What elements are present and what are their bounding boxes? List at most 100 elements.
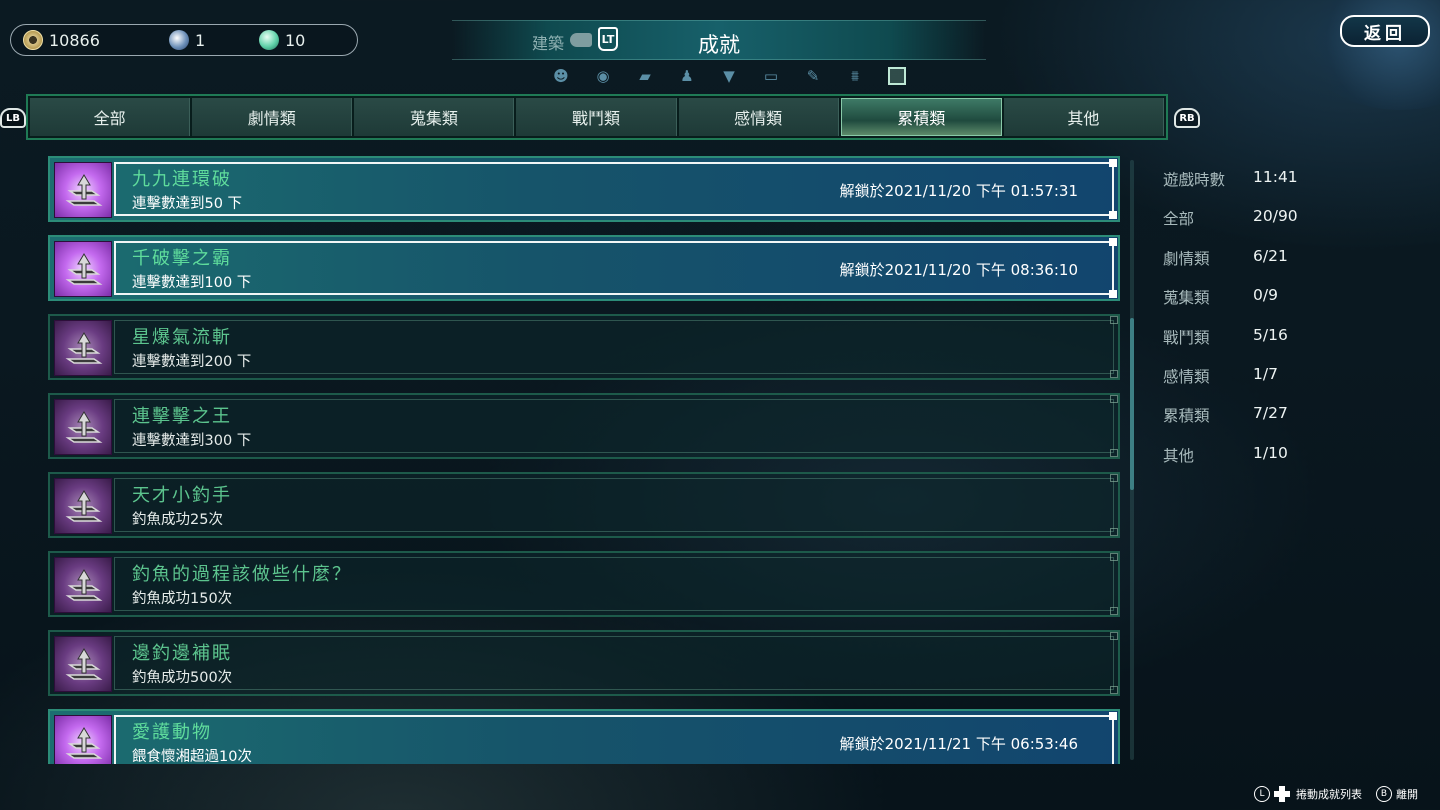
orb-icon xyxy=(169,30,189,50)
achievement-row[interactable]: 連擊擊之王 連擊數達到300 下 xyxy=(48,393,1120,459)
achievement-badge-icon xyxy=(54,715,112,764)
achievement-title: 愛護動物 xyxy=(132,722,212,743)
achievement-frame xyxy=(114,474,1118,536)
stat-label: 全部 xyxy=(1163,210,1195,229)
stat-label: 劇情類 xyxy=(1163,249,1210,268)
frame-corner xyxy=(1110,474,1118,482)
stat-value: 20/90 xyxy=(1253,207,1298,226)
achievement-title: 釣魚的過程該做些什麼？ xyxy=(132,564,352,585)
achievement-badge-icon xyxy=(54,399,112,455)
achievement-row[interactable]: 天才小釣手 釣魚成功25次 xyxy=(48,472,1120,538)
back-button[interactable]: 返回 xyxy=(1340,15,1430,47)
frame-corner xyxy=(1110,607,1118,615)
achievement-description: 連擊數達到100 下 xyxy=(132,275,252,291)
achievement-frame xyxy=(114,395,1118,457)
frame-corner xyxy=(1110,632,1118,640)
achievement-frame xyxy=(114,632,1118,694)
book-icon[interactable]: ▰ xyxy=(624,64,666,88)
prev-section-label[interactable]: 建築 xyxy=(532,30,564,54)
leave-hint-label[interactable]: 離開 xyxy=(1396,786,1418,802)
achievement-description: 餵食懷湘超過10次 xyxy=(132,749,252,764)
achievement-row[interactable]: 星爆氣流斬 連擊數達到200 下 xyxy=(48,314,1120,380)
achievement-title: 千破擊之霸 xyxy=(132,248,232,269)
tab-other[interactable]: 其他 xyxy=(1003,98,1164,136)
footer-hints: L 捲動成就列表 B 離開 xyxy=(1254,786,1418,802)
frame-corner xyxy=(1109,211,1117,219)
stat-label: 累積類 xyxy=(1163,407,1210,426)
stat-value: 7/27 xyxy=(1253,404,1288,423)
stat-label: 蒐集類 xyxy=(1163,289,1210,308)
achievement-row[interactable]: 邊釣邊補眠釣魚成功500次 xyxy=(48,630,1120,696)
section-icon-row: ☻ ◉ ▰ ♟ ▼ ▭ ✎ ⩩ xyxy=(540,64,918,88)
achievement-unlock-date: 解鎖於2021/11/21 下午 06:53:46 xyxy=(839,735,1078,753)
achievement-row[interactable]: 九九連環破 連擊數達到50 下 解鎖於2021/11/20 下午 01:57:31 xyxy=(48,156,1120,222)
stat-value: 5/16 xyxy=(1253,325,1288,344)
achievement-description: 連擊數達到300 下 xyxy=(132,433,252,449)
tab-cumulative[interactable]: 累積類 xyxy=(840,98,1002,136)
frame-corner xyxy=(1110,316,1118,324)
achievement-badge-icon xyxy=(54,557,112,613)
achievement-description: 連擊數達到50 下 xyxy=(132,196,243,212)
mask-icon[interactable]: ☻ xyxy=(540,64,582,88)
brush-icon[interactable]: ✎ xyxy=(792,64,834,88)
frame-corner xyxy=(1110,686,1118,694)
tab-affection[interactable]: 感情類 xyxy=(678,98,839,136)
frame-corner xyxy=(1109,238,1117,246)
frame-corner xyxy=(1110,370,1118,378)
frame-corner xyxy=(1109,290,1117,298)
tab-collection[interactable]: 蒐集類 xyxy=(354,98,515,136)
frame-corner xyxy=(1109,159,1117,167)
scroll-hint-label: 捲動成就列表 xyxy=(1296,788,1362,801)
stat-value: 1/10 xyxy=(1253,443,1288,462)
scroll-icon[interactable] xyxy=(876,64,918,88)
tab-all[interactable]: 全部 xyxy=(30,98,191,136)
shirt-icon[interactable]: ▼ xyxy=(708,64,750,88)
frame-corner xyxy=(1110,395,1118,403)
coin-count: 10866 xyxy=(49,30,100,50)
category-tabs: 全部 劇情類 蒐集類 戰鬥類 感情類 累積類 其他 xyxy=(26,94,1168,140)
tab-combat[interactable]: 戰鬥類 xyxy=(516,98,677,136)
stat-value: 6/21 xyxy=(1253,246,1288,265)
coin-icon xyxy=(23,30,43,50)
achievement-badge-icon xyxy=(54,320,112,376)
stat-label: 遊戲時數 xyxy=(1163,171,1226,189)
achievement-frame xyxy=(114,316,1118,378)
achievement-description: 釣魚成功25次 xyxy=(132,512,223,528)
frame-corner xyxy=(1110,553,1118,561)
stat-label: 戰鬥類 xyxy=(1163,328,1210,347)
prev-arrow-icon xyxy=(570,33,592,47)
achievement-row[interactable]: 千破擊之霸連擊數達到100 下 解鎖於2021/11/20 下午 08:36:10 xyxy=(48,235,1120,301)
achievement-badge-icon xyxy=(54,241,112,297)
lb-button-icon[interactable]: LB xyxy=(0,108,26,128)
b-button-icon[interactable]: B xyxy=(1376,786,1392,802)
achievement-description: 釣魚成功500次 xyxy=(132,670,233,686)
figure-icon[interactable]: ♟ xyxy=(666,64,708,88)
chest-icon[interactable]: ▭ xyxy=(750,64,792,88)
page-title: 成就 xyxy=(698,33,740,57)
rb-button-icon[interactable]: RB xyxy=(1174,108,1200,128)
stat-value: 11:41 xyxy=(1253,168,1298,186)
swirl-icon[interactable]: ◉ xyxy=(582,64,624,88)
achievement-row[interactable]: 釣魚的過程該做些什麼？ 釣魚成功150次 xyxy=(48,551,1120,617)
achievement-badge-icon xyxy=(54,636,112,692)
stat-label: 其他 xyxy=(1163,446,1195,465)
jade-icon xyxy=(259,30,279,50)
stat-value: 1/7 xyxy=(1253,364,1278,383)
gate-icon[interactable]: ⩩ xyxy=(834,64,876,88)
achievement-list[interactable]: 九九連環破 連擊數達到50 下 解鎖於2021/11/20 下午 01:57:31 千… xyxy=(48,154,1122,764)
achievement-unlock-date: 解鎖於2021/11/20 下午 01:57:31 xyxy=(839,182,1078,200)
scrollbar-thumb[interactable] xyxy=(1130,318,1134,490)
tab-story[interactable]: 劇情類 xyxy=(192,98,353,136)
frame-corner xyxy=(1110,449,1118,457)
achievement-title: 邊釣邊補眠 xyxy=(132,643,232,664)
jade-counter: 10 xyxy=(259,30,305,50)
left-stick-icon: L xyxy=(1254,786,1270,802)
stat-value: 0/9 xyxy=(1253,286,1278,305)
achievement-row[interactable]: 愛護動物餵食懷湘超過10次 解鎖於2021/11/21 下午 06:53:46 xyxy=(48,709,1120,764)
frame-corner xyxy=(1109,712,1117,720)
achievement-description: 釣魚成功150次 xyxy=(132,591,233,607)
achievement-unlock-date: 解鎖於2021/11/20 下午 08:36:10 xyxy=(839,261,1078,279)
coin-counter: 10866 xyxy=(23,30,100,50)
lt-button-icon[interactable]: LT xyxy=(598,27,618,51)
orb-counter: 1 xyxy=(169,30,205,50)
